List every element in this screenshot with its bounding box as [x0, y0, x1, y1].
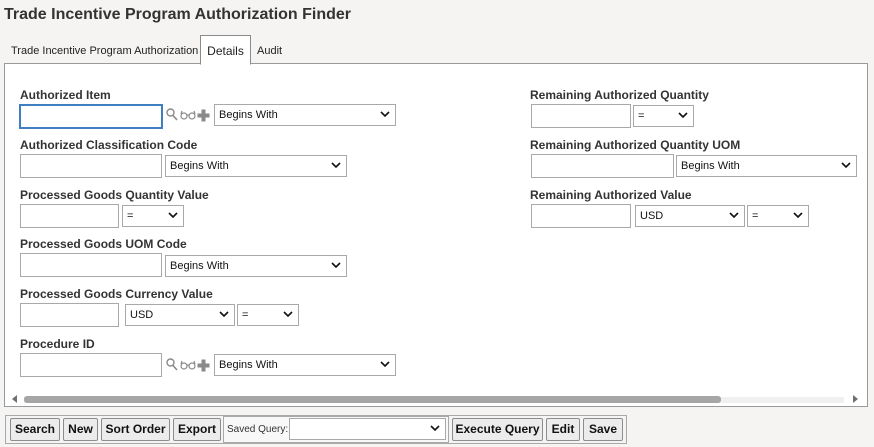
horizontal-scrollbar[interactable] — [10, 393, 860, 405]
procedure-id-label: Procedure ID — [20, 337, 95, 351]
processed-goods-quantity-value-operator-select[interactable]: = — [122, 205, 184, 227]
authorized-item-operator-select[interactable]: Begins With — [214, 104, 396, 126]
window-title: Trade Incentive Program Authorization Fi… — [4, 6, 352, 23]
authorized-item-label: Authorized Item — [20, 88, 111, 102]
remaining-authorized-value-currency-value: USD — [640, 210, 664, 222]
scrollbar-thumb[interactable] — [24, 396, 721, 403]
processed-goods-quantity-value-label: Processed Goods Quantity Value — [20, 188, 209, 202]
remaining-authorized-quantity-uom-input[interactable] — [531, 154, 674, 178]
magnifier-icon[interactable] — [166, 108, 178, 121]
search-button[interactable]: Search — [10, 418, 60, 441]
sort-order-button[interactable]: Sort Order — [101, 418, 170, 441]
remaining-authorized-quantity-operator-select[interactable]: = — [633, 105, 694, 127]
chevron-down-icon — [219, 311, 229, 318]
processed-goods-uom-code-input[interactable] — [20, 253, 162, 277]
saved-query-label: Saved Query: — [227, 424, 289, 435]
plus-icon[interactable] — [197, 359, 210, 372]
remaining-authorized-quantity-uom-label: Remaining Authorized Quantity UOM — [530, 138, 741, 152]
authorized-item-input[interactable] — [19, 104, 163, 129]
processed-goods-currency-value: USD — [130, 309, 154, 321]
remaining-authorized-quantity-operator-value: = — [638, 110, 645, 122]
processed-goods-uom-code-operator-value: Begins With — [170, 260, 229, 272]
processed-goods-currency-operator-select[interactable]: = — [237, 304, 299, 326]
scroll-right-arrow-icon[interactable] — [850, 394, 860, 404]
procedure-id-input[interactable] — [20, 353, 162, 377]
processed-goods-currency-select[interactable]: USD — [125, 304, 235, 326]
authorized-classification-code-operator-value: Begins With — [170, 160, 229, 172]
tab-audit[interactable]: Audit — [257, 45, 282, 57]
tab-details[interactable]: Details — [200, 35, 251, 65]
remaining-authorized-value-operator-value: = — [752, 210, 759, 222]
chevron-down-icon — [331, 262, 341, 269]
scroll-left-arrow-icon[interactable] — [10, 394, 20, 404]
save-button[interactable]: Save — [583, 418, 623, 441]
authorized-classification-code-label: Authorized Classification Code — [20, 138, 198, 152]
glasses-icon[interactable] — [180, 360, 196, 370]
processed-goods-uom-code-operator-select[interactable]: Begins With — [165, 255, 347, 277]
remaining-authorized-value-input[interactable] — [531, 204, 631, 228]
remaining-authorized-quantity-label: Remaining Authorized Quantity — [530, 88, 709, 102]
edit-button[interactable]: Edit — [546, 418, 580, 441]
tab-details-label: Details — [207, 44, 244, 58]
chevron-down-icon — [678, 112, 688, 119]
chevron-down-icon — [168, 212, 178, 219]
remaining-authorized-value-operator-select[interactable]: = — [747, 205, 809, 227]
remaining-authorized-value-label: Remaining Authorized Value — [530, 188, 692, 202]
procedure-id-operator-select[interactable]: Begins With — [214, 354, 396, 376]
authorized-item-operator-value: Begins With — [219, 109, 278, 121]
chevron-down-icon — [283, 311, 293, 318]
remaining-authorized-value-currency-select[interactable]: USD — [635, 205, 745, 227]
saved-query-select[interactable] — [289, 418, 446, 440]
authorized-classification-code-operator-select[interactable]: Begins With — [165, 155, 347, 177]
processed-goods-currency-value-input[interactable] — [20, 303, 119, 327]
authorized-classification-code-input[interactable] — [20, 154, 162, 178]
plus-icon[interactable] — [197, 109, 210, 122]
tab-trade-incentive-program-authorization[interactable]: Trade Incentive Program Authorization — [11, 45, 198, 57]
processed-goods-quantity-value-operator-value: = — [127, 210, 134, 222]
execute-query-button[interactable]: Execute Query — [452, 418, 543, 441]
chevron-down-icon — [841, 162, 851, 169]
procedure-id-operator-value: Begins With — [219, 359, 278, 371]
chevron-down-icon — [380, 361, 390, 368]
chevron-down-icon — [331, 162, 341, 169]
remaining-authorized-quantity-uom-operator-select[interactable]: Begins With — [676, 155, 857, 177]
chevron-down-icon — [793, 212, 803, 219]
new-button[interactable]: New — [63, 418, 98, 441]
remaining-authorized-quantity-input[interactable] — [531, 104, 631, 128]
processed-goods-currency-operator-value: = — [242, 309, 249, 321]
chevron-down-icon — [729, 212, 739, 219]
processed-goods-quantity-value-input[interactable] — [20, 204, 119, 228]
export-button[interactable]: Export — [173, 418, 221, 441]
processed-goods-currency-value-label: Processed Goods Currency Value — [20, 287, 213, 301]
chevron-down-icon — [430, 425, 440, 432]
glasses-icon[interactable] — [180, 110, 196, 120]
chevron-down-icon — [380, 111, 390, 118]
processed-goods-uom-code-label: Processed Goods UOM Code — [20, 237, 187, 251]
magnifier-icon[interactable] — [166, 358, 178, 371]
remaining-authorized-quantity-uom-operator-value: Begins With — [681, 160, 740, 172]
